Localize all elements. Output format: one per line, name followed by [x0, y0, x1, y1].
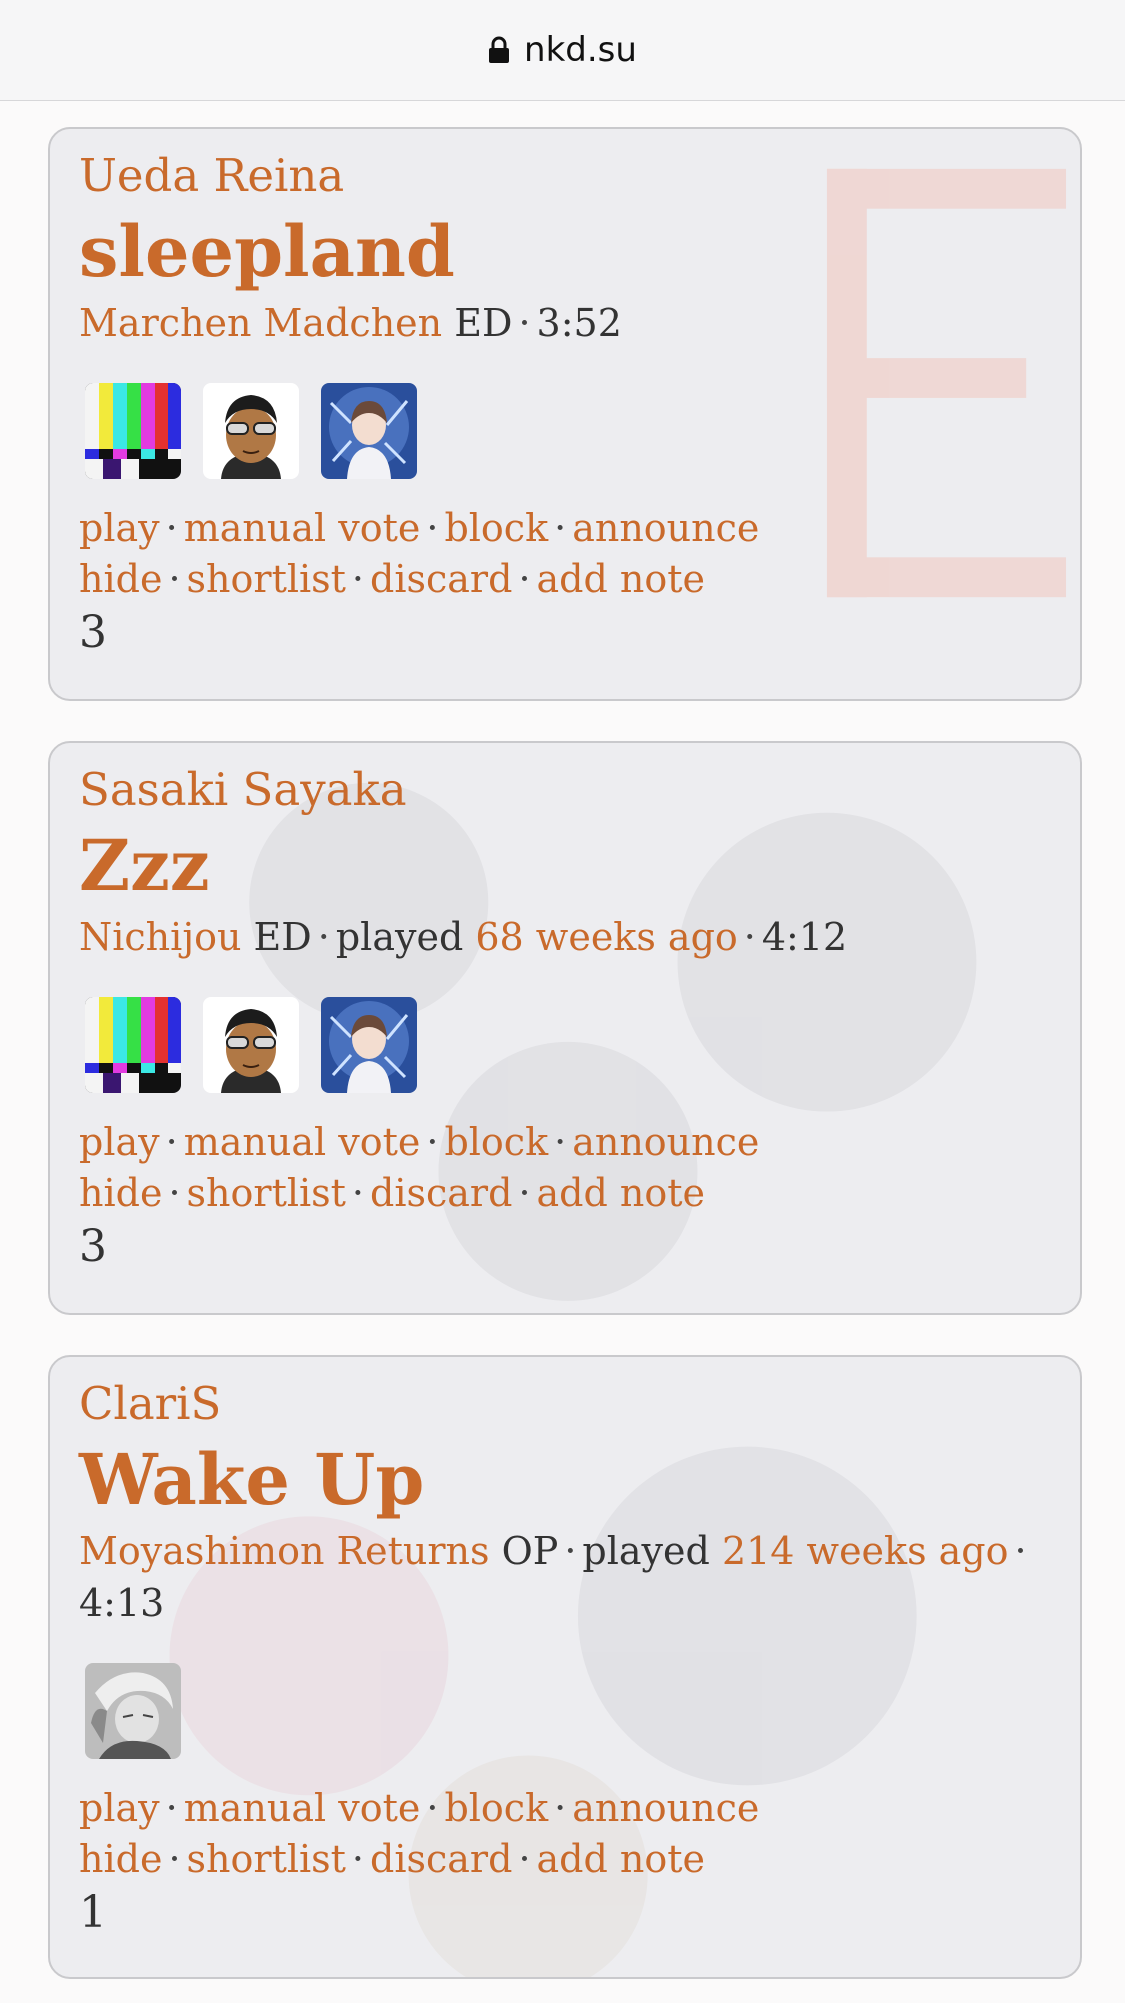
role-label: ED — [454, 301, 513, 345]
add-note-link[interactable]: add note — [537, 557, 706, 601]
artist-link[interactable]: Sasaki Sayaka — [79, 761, 1052, 819]
blue-anime-avatar[interactable] — [321, 383, 417, 479]
track-meta: Moyashimon Returns OP · played 214 weeks a… — [79, 1529, 1027, 1625]
played-ago-link[interactable]: 68 weeks ago — [475, 915, 737, 959]
role-label: OP — [501, 1529, 559, 1573]
manual-vote-link[interactable]: manual vote — [184, 506, 421, 550]
artist-link[interactable]: ClariS — [79, 1375, 1052, 1433]
voter-avatars — [85, 383, 1052, 479]
lock-icon — [489, 36, 510, 63]
actions-row-1: play · manual vote · block · announce — [79, 1786, 760, 1830]
track-meta: Nichijou ED · played 68 weeks ago · 4:12 — [79, 915, 848, 959]
block-link[interactable]: block — [444, 506, 548, 550]
play-link[interactable]: play — [79, 506, 160, 550]
url-text: nkd.su — [524, 30, 637, 70]
hide-link[interactable]: hide — [79, 1837, 162, 1881]
add-note-link[interactable]: add note — [537, 1837, 706, 1881]
voter-avatars — [85, 1663, 1052, 1759]
shortlist-link[interactable]: shortlist — [187, 557, 346, 601]
played-ago-link[interactable]: 214 weeks ago — [722, 1529, 1009, 1573]
announce-link[interactable]: announce — [572, 1786, 759, 1830]
actions-row-2: hide · shortlist · discard · add note — [79, 1171, 706, 1215]
track-meta: Marchen Madchen ED · 3:52 — [79, 301, 622, 345]
announce-link[interactable]: announce — [572, 506, 759, 550]
vote-count: 3 — [79, 607, 107, 658]
track-length: 4:12 — [761, 915, 848, 959]
track-length: 3:52 — [536, 301, 622, 345]
discard-link[interactable]: discard — [370, 557, 512, 601]
sunglasses-character-avatar[interactable] — [203, 997, 299, 1093]
played-label: played — [335, 915, 464, 959]
track-title[interactable]: sleepland — [79, 207, 1052, 297]
track-list: Ueda Reina sleepland Marchen Madchen ED ·… — [0, 101, 1125, 1979]
track-card: Sasaki Sayaka Zzz Nichijou ED · played 68 … — [48, 741, 1082, 1315]
add-note-link[interactable]: add note — [537, 1171, 706, 1215]
vote-count: 1 — [79, 1887, 107, 1938]
hide-link[interactable]: hide — [79, 1171, 162, 1215]
actions-row-1: play · manual vote · block · announce — [79, 506, 760, 550]
actions-row-1: play · manual vote · block · announce — [79, 1120, 760, 1164]
actions-row-2: hide · shortlist · discard · add note — [79, 1837, 706, 1881]
played-label: played — [582, 1529, 710, 1573]
track-title[interactable]: Zzz — [79, 821, 1052, 911]
block-link[interactable]: block — [444, 1786, 548, 1830]
sunglasses-character-avatar[interactable] — [203, 383, 299, 479]
shortlist-link[interactable]: shortlist — [187, 1837, 346, 1881]
manual-vote-link[interactable]: manual vote — [184, 1120, 421, 1164]
artist-link[interactable]: Ueda Reina — [79, 147, 1052, 205]
shortlist-link[interactable]: shortlist — [187, 1171, 346, 1215]
blue-anime-avatar[interactable] — [321, 997, 417, 1093]
voter-avatars — [85, 997, 1052, 1093]
play-link[interactable]: play — [79, 1786, 160, 1830]
hide-link[interactable]: hide — [79, 557, 162, 601]
grey-anime-avatar[interactable] — [85, 1663, 181, 1759]
track-title[interactable]: Wake Up — [79, 1435, 1052, 1525]
role-label: ED — [253, 915, 312, 959]
block-link[interactable]: block — [444, 1120, 548, 1164]
play-link[interactable]: play — [79, 1120, 160, 1164]
track-card: ClariS Wake Up Moyashimon Returns OP · pla… — [48, 1355, 1082, 1979]
test-card-avatar[interactable] — [85, 997, 181, 1093]
vote-count: 3 — [79, 1221, 107, 1272]
actions-row-2: hide · shortlist · discard · add note — [79, 557, 706, 601]
track-card: Ueda Reina sleepland Marchen Madchen ED ·… — [48, 127, 1082, 701]
manual-vote-link[interactable]: manual vote — [184, 1786, 421, 1830]
test-card-avatar[interactable] — [85, 383, 181, 479]
address-bar[interactable]: nkd.su — [0, 0, 1125, 101]
anime-link[interactable]: Marchen Madchen — [79, 301, 442, 345]
discard-link[interactable]: discard — [370, 1171, 512, 1215]
anime-link[interactable]: Moyashimon Returns — [79, 1529, 490, 1573]
discard-link[interactable]: discard — [370, 1837, 512, 1881]
track-length: 4:13 — [79, 1581, 165, 1625]
anime-link[interactable]: Nichijou — [79, 915, 241, 959]
announce-link[interactable]: announce — [572, 1120, 759, 1164]
